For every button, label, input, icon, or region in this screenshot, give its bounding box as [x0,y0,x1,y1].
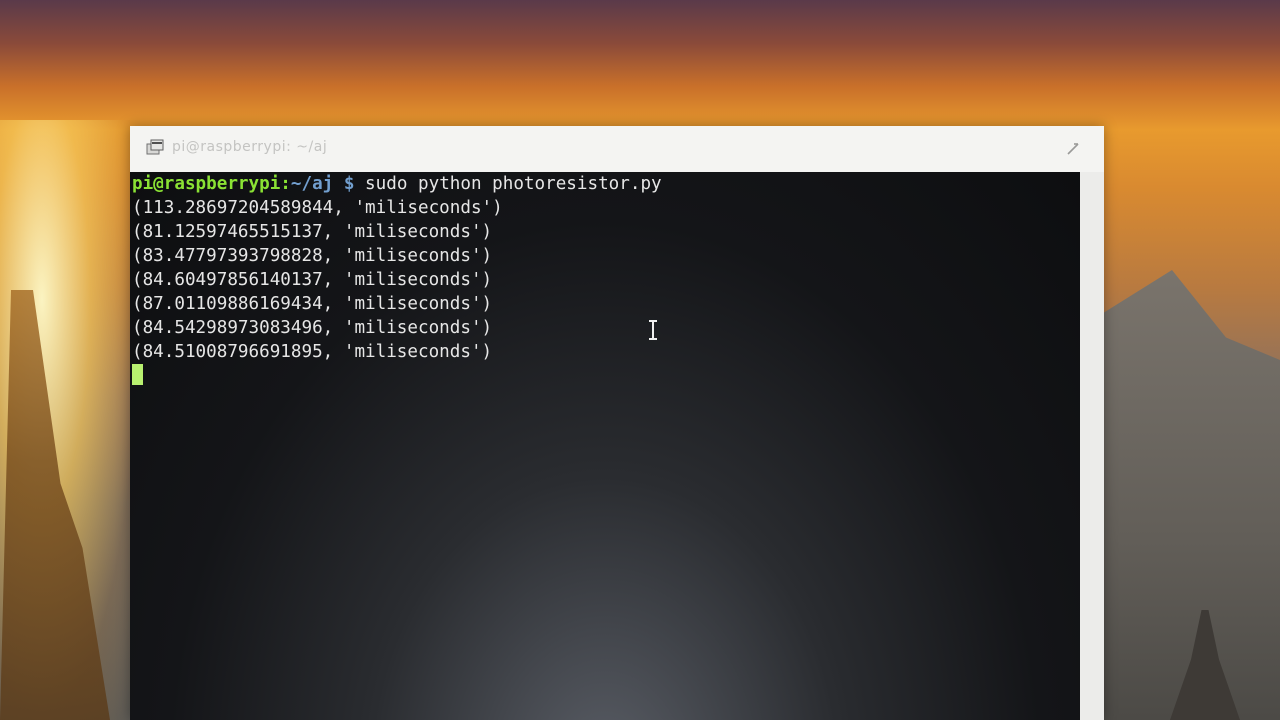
window-titlebar[interactable]: pi@raspberrypi: ~/aj [130,126,1104,172]
terminal-output-area[interactable]: pi@raspberrypi:~/aj $ sudo python photor… [130,172,1080,720]
command-line: pi@raspberrypi:~/aj $ sudo python photor… [132,172,1080,196]
output-line: (84.51008796691895, 'miliseconds') [132,342,493,362]
prompt-path: ~/aj [290,174,334,194]
terminal-icon [146,139,164,155]
command-text: sudo python photoresistor.py [354,174,662,194]
prompt-separator: : [280,174,291,194]
close-icon[interactable] [1064,140,1082,158]
window-right-border [1080,172,1104,720]
prompt-user-host: pi@raspberrypi [132,174,281,194]
text-cursor [132,364,143,385]
output-line: (81.12597465515137, 'miliseconds') [132,222,493,242]
prompt-symbol: $ [333,174,355,194]
desktop-wallpaper-mountain [1100,270,1280,720]
output-line: (84.60497856140137, 'miliseconds') [132,270,493,290]
ibeam-cursor-icon [649,320,657,340]
input-line[interactable] [132,364,1080,388]
output-line: (83.47797393798828, 'miliseconds') [132,246,493,266]
output-line: (84.54298973083496, 'miliseconds') [132,318,493,338]
terminal-window[interactable]: pi@raspberrypi: ~/aj pi@raspberrypi:~/aj… [130,126,1104,720]
output-line: (87.01109886169434, 'miliseconds') [132,294,493,314]
output-line: (113.28697204589844, 'miliseconds') [132,198,503,218]
window-title: pi@raspberrypi: ~/aj [172,139,328,155]
